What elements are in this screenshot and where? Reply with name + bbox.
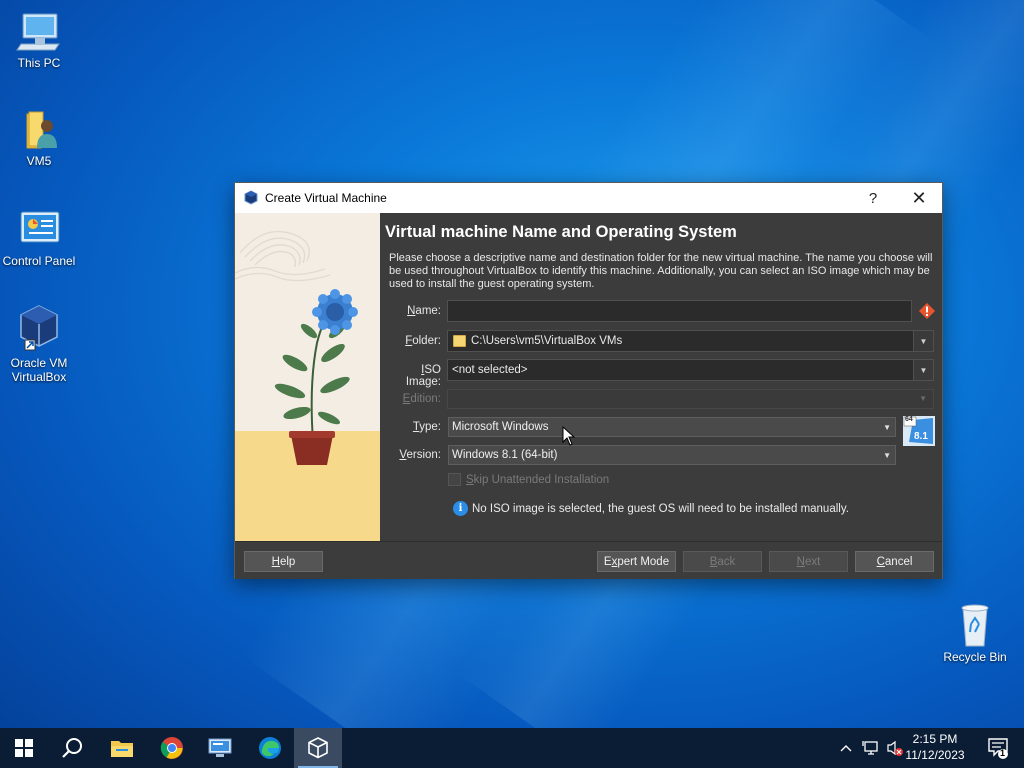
- recycle-bin-icon: [951, 602, 999, 648]
- skip-unattended-label: Skip Unattended Installation: [466, 473, 610, 486]
- type-label: Type:: [412, 421, 441, 433]
- edition-label: Edition:: [402, 393, 441, 405]
- taskbar-file-explorer[interactable]: [98, 728, 146, 768]
- clock-date: 11/12/2023: [905, 748, 965, 762]
- search-icon: [62, 738, 82, 758]
- desktop-icon-this-pc[interactable]: This PC: [1, 10, 77, 70]
- chevron-down-icon: ▼: [883, 451, 891, 460]
- desktop-icon-label: This PC: [17, 56, 61, 70]
- remote-desktop-icon: [208, 738, 232, 757]
- info-icon: i: [453, 501, 468, 516]
- help-title-button[interactable]: ?: [850, 183, 896, 213]
- virtualbox-icon: [15, 302, 63, 354]
- edition-select: ▼: [447, 389, 934, 409]
- control-panel-icon: [15, 208, 63, 252]
- search-button[interactable]: [48, 728, 96, 768]
- page-heading: Virtual machine Name and Operating Syste…: [385, 223, 737, 241]
- create-vm-dialog: Create Virtual Machine ? ✕ Virtual machi…: [234, 182, 943, 579]
- desktop-icon-control-panel[interactable]: Control Panel: [1, 208, 77, 268]
- computer-icon: [15, 10, 63, 54]
- virtualbox-icon: [308, 737, 328, 759]
- version-select[interactable]: Windows 8.1 (64-bit) ▼: [448, 445, 896, 465]
- network-tray-button[interactable]: [860, 728, 882, 768]
- clock-time: 2:15 PM: [912, 732, 958, 746]
- windows-os-icon: 64 8.1: [903, 416, 935, 446]
- desktop-icon-label: Control Panel: [2, 254, 76, 268]
- desktop-icon-label: VirtualBox: [11, 370, 67, 384]
- windows-logo-icon: [15, 739, 33, 757]
- chevron-up-icon: [840, 745, 852, 752]
- notification-icon: [988, 738, 1008, 759]
- virtualbox-icon: [243, 190, 259, 206]
- taskbar: 2:15 PM 11/12/2023 1: [0, 728, 1024, 768]
- dialog-titlebar[interactable]: Create Virtual Machine ? ✕: [235, 183, 942, 213]
- version-label: Version:: [399, 449, 441, 461]
- system-clock[interactable]: 2:15 PM 11/12/2023: [900, 731, 970, 763]
- wizard-content: Virtual machine Name and Operating Syste…: [385, 213, 942, 541]
- user-folder-icon: [15, 108, 63, 152]
- next-button: Next: [769, 551, 848, 572]
- start-button[interactable]: [0, 728, 48, 768]
- desktop-icon-recycle-bin[interactable]: Recycle Bin: [937, 602, 1013, 664]
- folder-icon: [453, 335, 466, 347]
- taskbar-virtualbox[interactable]: [294, 728, 342, 768]
- dialog-footer: Help Ex pert Mode Back Next Cancel: [235, 541, 942, 579]
- dialog-title: Create Virtual Machine: [265, 191, 387, 205]
- iso-image-label: ISO Image:: [405, 364, 441, 388]
- cancel-button[interactable]: Cancel: [855, 551, 934, 572]
- type-select[interactable]: Microsoft Windows ▼: [448, 417, 896, 437]
- taskbar-remote-desktop[interactable]: [196, 728, 244, 768]
- iso-image-selector[interactable]: <not selected> ▼: [447, 359, 934, 381]
- folder-selector[interactable]: C:\Users\vm5\VirtualBox VMs ▼: [447, 330, 934, 352]
- back-button: Back: [683, 551, 762, 572]
- name-label: Name:: [407, 305, 441, 317]
- skip-unattended-checkbox: Skip Unattended Installation: [448, 473, 609, 486]
- chrome-icon: [160, 737, 183, 759]
- name-input[interactable]: [447, 300, 912, 322]
- folder-dropdown-button[interactable]: ▼: [913, 331, 933, 351]
- show-hidden-icons-button[interactable]: [836, 728, 856, 768]
- taskbar-edge[interactable]: [246, 728, 294, 768]
- folder-icon: [111, 741, 133, 757]
- iso-dropdown-button[interactable]: ▼: [913, 360, 933, 380]
- folder-label: Folder:: [405, 335, 441, 347]
- desktop-icon-virtualbox[interactable]: Oracle VM VirtualBox: [1, 302, 77, 384]
- expert-mode-button[interactable]: Ex pert Mode: [597, 551, 676, 572]
- desktop-icon-label: Recycle Bin: [943, 650, 1007, 664]
- wizard-side-image: [235, 213, 380, 541]
- info-message: i No ISO image is selected, the guest OS…: [453, 501, 849, 516]
- taskbar-chrome[interactable]: [148, 728, 196, 768]
- chevron-down-icon: ▼: [883, 423, 891, 432]
- desktop-icon-vm5[interactable]: VM5: [1, 108, 77, 168]
- warning-icon: [919, 303, 935, 319]
- network-icon: [862, 741, 878, 755]
- mouse-cursor-icon: [562, 425, 576, 446]
- checkbox-box: [448, 473, 461, 486]
- desktop-icon-label: Oracle VM: [10, 356, 68, 370]
- chevron-down-icon: ▼: [919, 394, 927, 403]
- action-center-button[interactable]: 1: [986, 736, 1010, 760]
- edge-icon: [259, 737, 281, 759]
- page-description: Please choose a descriptive name and des…: [389, 252, 933, 290]
- close-button[interactable]: ✕: [896, 183, 942, 213]
- desktop-icon-label: VM5: [26, 154, 52, 168]
- help-button[interactable]: Help: [244, 551, 323, 572]
